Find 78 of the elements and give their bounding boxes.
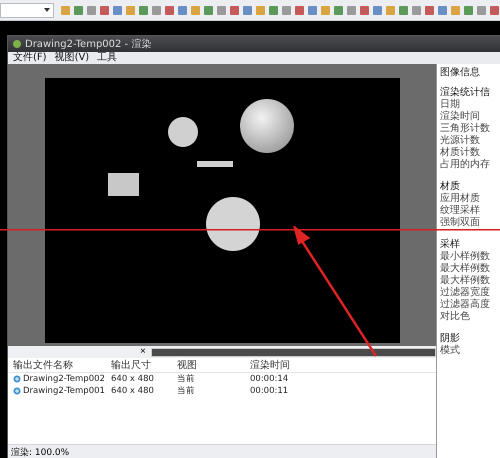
toolbar-icon[interactable] [190,4,201,16]
close-button[interactable]: × [138,347,148,357]
toolbar-icon[interactable] [333,4,344,16]
toolbar-icon[interactable] [242,4,253,16]
status-text: 渲染: 100.0% [11,446,70,458]
window-title: Drawing2-Temp002 - 渲染 [25,38,152,51]
caret-icon [44,8,50,12]
info-label: 最大样例数 [440,275,491,286]
info-label: 对比色 [440,311,471,323]
info-label: 最大样例数 [440,263,491,274]
table-cell-text: 当前 [177,385,196,397]
toolbar-icon[interactable] [177,4,188,16]
toolbar-icon[interactable] [216,4,227,16]
toolbar-icon[interactable] [86,4,97,16]
file-name: Drawing2-Temp002 [23,374,105,384]
toolbar-icon[interactable] [450,4,461,16]
file-name: Drawing2-Temp001 [23,386,105,396]
app-icon [12,39,22,49]
info-label: 强制双面 [440,217,481,229]
table-cell-text: 00:00:14 [250,374,290,384]
info-label: 日期 [440,99,461,110]
info-label: 过滤器高度 [440,299,491,310]
section-heading: 材质 [440,181,461,192]
toolbar-icon[interactable] [164,4,175,16]
toolbar-icon[interactable] [268,4,279,16]
combo-field[interactable] [0,2,54,18]
info-label: 最小样例数 [440,251,491,262]
info-label: 过滤器宽度 [440,287,491,298]
output-row[interactable]: Drawing2-Temp001 640 x 480 当前 00:00:11 [8,385,436,397]
toolbar-icon[interactable] [60,4,71,16]
toolbar-icon[interactable] [307,4,318,16]
toolbar-icon[interactable] [281,4,292,16]
section-heading: 采样 [440,239,461,250]
toolbar-icon[interactable] [99,4,110,16]
toolbar-icon[interactable] [372,4,383,16]
info-label: 纹理采样 [440,205,481,216]
column-header[interactable]: 输出尺寸 [111,358,177,372]
toolbar-icon[interactable] [320,4,331,16]
output-row[interactable]: Drawing2-Temp002 640 x 480 当前 00:00:14 [8,373,436,385]
menu-item[interactable]: 工具 [97,52,118,64]
table-cell-text: 00:00:11 [250,386,290,396]
column-header[interactable]: 输出文件名称 [13,358,111,372]
toolbar-icon[interactable] [229,4,240,16]
menu-item[interactable]: 文件(F) [13,52,47,64]
info-label: 模式 [440,345,461,357]
toolbar-icon[interactable] [437,4,448,16]
info-label: 渲染时间 [440,111,481,122]
toolbar-icon[interactable] [411,4,422,16]
toolbar-icon[interactable] [255,4,266,16]
section-heading: 阴影 [440,333,461,344]
toolbar-icon[interactable] [346,4,357,16]
info-label: 三角形计数 [440,123,491,134]
toolbar-icon[interactable] [138,4,149,16]
info-label: 占用的内存 [440,159,491,171]
toolbar-icon[interactable] [385,4,396,16]
toolbar-icon[interactable] [125,4,136,16]
toolbar-icon[interactable] [476,4,487,16]
toolbar-icon[interactable] [359,4,370,16]
toolbar-icon[interactable] [73,4,84,16]
column-header[interactable]: 视图 [177,358,250,372]
toolbar-icon[interactable] [398,4,409,16]
table-cell-text: 640 x 480 [111,374,155,384]
toolbar-icon[interactable] [294,4,305,16]
info-label: 应用材质 [440,193,481,204]
info-label: 材质计数 [440,147,481,158]
panel-title: 图像信息 [440,66,481,79]
toolbar-icon[interactable] [151,4,162,16]
section-heading: 渲染统计信 [440,87,491,98]
toolbar-icon[interactable] [463,4,474,16]
table-cell-text: 640 x 480 [111,386,155,396]
toolbar-icon[interactable] [424,4,435,16]
menu-item[interactable]: 视图(V) [54,52,90,64]
table-cell-text: 当前 [177,373,196,385]
info-label: 光源计数 [440,135,481,146]
column-header[interactable]: 渲染时间 [250,358,436,372]
toolbar-icon[interactable] [203,4,214,16]
toolbar-icon[interactable] [112,4,123,16]
toolbar-icon[interactable] [489,4,500,16]
